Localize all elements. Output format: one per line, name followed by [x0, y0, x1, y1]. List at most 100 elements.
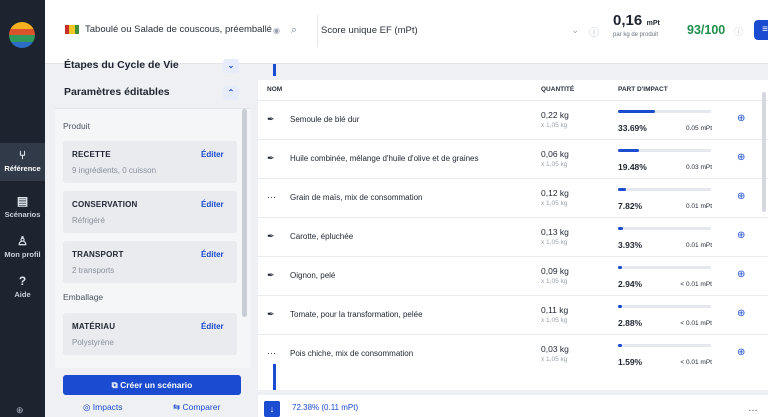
sidebar-item-help[interactable]: ? Aide	[0, 274, 45, 299]
zoom-icon[interactable]: ⊕	[737, 191, 745, 202]
table-row[interactable]: ✒ Carotte, épluchée 0,13 kg x 1,05 kg 3.93% 0…	[258, 217, 768, 256]
parameters-panel: Étapes du Cycle de Vie ⌄ Paramètres édit…	[55, 50, 250, 417]
chevron-up-icon[interactable]: ⌃	[223, 86, 239, 100]
product-name: Taboulé ou Salade de couscous, préemball…	[85, 24, 272, 35]
status-dot-icon: ◉	[273, 26, 280, 35]
score-select[interactable]: Score unique EF (mPt) ⌄ ⓘ	[317, 15, 609, 47]
ingredient-quantity-sub: x 1,05 kg	[541, 161, 568, 168]
section-packaging: Emballage	[63, 292, 104, 302]
edit-recipe-button[interactable]: Éditer	[201, 150, 224, 159]
impact-mpt: 0.03 mPt	[685, 164, 712, 171]
lifecycle-steps-title[interactable]: Étapes du Cycle de Vie	[64, 59, 179, 71]
editable-params-title[interactable]: Paramètres éditables	[64, 86, 170, 98]
ingredient-name: Pois chiche, mix de consommation	[290, 349, 414, 358]
metric-value: 0,16	[613, 12, 643, 29]
ingredient-name: Huile combinée, mélange d'huile d'olive …	[290, 154, 479, 163]
section-product: Produit	[63, 121, 90, 131]
impact-mpt: < 0.01 mPt	[680, 320, 712, 327]
impact-bar	[618, 110, 711, 113]
zoom-icon[interactable]: ⊕	[737, 113, 745, 124]
card-conservation[interactable]: CONSERVATION Réfrigéré Éditer	[63, 191, 237, 233]
compare-button[interactable]: ⇆ Comparer	[173, 402, 220, 413]
user-icon: ♙	[17, 234, 28, 248]
sidebar-item-reference[interactable]: ⑂ Référence	[0, 143, 45, 181]
impact-percent: 19.48%	[618, 162, 647, 172]
leaf-icon: ✒	[267, 231, 275, 241]
score-select-value: Score unique EF (mPt)	[321, 25, 418, 36]
impact-bar-fill	[618, 188, 627, 191]
ingredients-table: NOM QUANTITÉ PART D'IMPACT ✒ Semoule de b…	[258, 80, 768, 390]
edit-conservation-button[interactable]: Éditer	[201, 200, 224, 209]
impact-percent: 3.93%	[618, 240, 643, 250]
ingredient-quantity: 0,13 kg	[541, 227, 569, 237]
ingredient-quantity: 0,03 kg	[541, 344, 569, 354]
edit-material-button[interactable]: Éditer	[201, 322, 224, 331]
summary-text: 72.38% (0.11 mPt)	[292, 403, 359, 412]
impact-mpt: < 0.01 mPt	[680, 281, 712, 288]
impact-mpt: 0.01 mPt	[685, 242, 712, 249]
table-row[interactable]: ✒ Huile combinée, mélange d'huile d'olive…	[258, 139, 768, 178]
zoom-icon[interactable]: ⊕	[737, 308, 745, 319]
list-view-button[interactable]: ≡	[754, 20, 768, 40]
impact-mpt: 0.05 mPt	[685, 125, 712, 132]
panel-scrollbar[interactable]	[242, 109, 247, 317]
app-logo[interactable]	[9, 22, 35, 48]
impact-percent: 2.88%	[618, 318, 643, 328]
table-row[interactable]: ··· Pois chiche, mix de consommation 0,03 …	[258, 334, 768, 373]
product-selector[interactable]: Taboulé ou Salade de couscous, préemball…	[65, 24, 272, 35]
ingredient-quantity-sub: x 1,05 kg	[541, 317, 568, 324]
more-icon: ···	[267, 192, 276, 202]
list-icon: ≡	[762, 24, 768, 35]
chevron-down-icon[interactable]: ⌄	[223, 59, 239, 73]
header-quantity[interactable]: QUANTITÉ	[541, 86, 574, 93]
sidebar-item-profile[interactable]: ♙ Mon profil	[0, 234, 45, 259]
ingredient-quantity: 0,06 kg	[541, 149, 569, 159]
metric-unit: mPt	[646, 20, 660, 27]
impact-percent: 33.69%	[618, 123, 647, 133]
edit-transport-button[interactable]: Éditer	[201, 250, 224, 259]
zoom-icon[interactable]: ⊕	[737, 269, 745, 280]
ingredient-name: Oignon, pelé	[290, 271, 336, 280]
create-scenario-button[interactable]: ⧉ Créer un scénario	[63, 375, 241, 395]
ingredient-quantity-sub: x 1,05 kg	[541, 239, 568, 246]
table-row[interactable]: ✒ Semoule de blé dur 0,22 kg x 1,05 kg 33.69…	[258, 100, 768, 139]
zoom-icon[interactable]: ⊕	[737, 152, 745, 163]
flow-marker	[273, 64, 276, 76]
impacts-button[interactable]: ◎ Impacts	[83, 402, 123, 413]
zoom-icon[interactable]: ⊕	[737, 230, 745, 241]
impact-mpt: 0.01 mPt	[685, 203, 712, 210]
info-icon[interactable]: ⓘ	[589, 24, 599, 39]
card-transport[interactable]: TRANSPORT 2 transports Éditer	[63, 241, 237, 283]
table-row[interactable]: ··· Grain de maïs, mix de consommation 0,1…	[258, 178, 768, 217]
impact-percent: 2.94%	[618, 279, 643, 289]
table-row[interactable]: ✒ Oignon, pelé 0,09 kg x 1,05 kg 2.94% < 0.01…	[258, 256, 768, 295]
ingredient-quantity-sub: x 1,05 kg	[541, 278, 568, 285]
card-material[interactable]: MATÉRIAU Polystyrène Éditer	[63, 313, 237, 355]
more-icon: ···	[267, 348, 276, 358]
params-scroll-area: Produit RECETTE 9 ingrédients, 0 cuisson…	[55, 108, 250, 368]
impact-bar-fill	[618, 344, 622, 347]
zoom-icon[interactable]: ⊕	[737, 347, 745, 358]
sidebar-item-scenarios[interactable]: ▤ Scénarios	[0, 194, 45, 219]
target-icon: ◎	[83, 402, 93, 412]
chevron-down-icon: ⌄	[571, 25, 579, 35]
app-sidebar: ⑂ Référence ▤ Scénarios ♙ Mon profil ? A…	[0, 0, 45, 417]
table-scrollbar[interactable]	[762, 92, 766, 212]
grade-info-icon[interactable]: ⓘ	[734, 25, 743, 38]
header-name[interactable]: NOM	[267, 86, 282, 93]
table-row[interactable]: ✒ Tomate, pour la transformation, pelée 0,…	[258, 295, 768, 334]
arrow-down-icon[interactable]: ↓	[264, 401, 280, 417]
more-icon[interactable]: …	[748, 403, 758, 414]
leaf-icon: ✒	[267, 309, 275, 319]
leaf-icon: ✒	[267, 114, 275, 124]
impact-percent: 7.82%	[618, 201, 643, 211]
impact-bar	[618, 266, 711, 269]
globe-icon[interactable]: ⊕	[16, 405, 24, 416]
metric-subtitle: par kg de produit	[613, 32, 659, 38]
header-impact[interactable]: PART D'IMPACT	[618, 86, 668, 93]
ingredient-name: Semoule de blé dur	[290, 115, 360, 124]
copy-icon: ⧉	[111, 380, 121, 390]
impact-bar	[618, 227, 711, 230]
card-recipe[interactable]: RECETTE 9 ingrédients, 0 cuisson Éditer	[63, 141, 237, 183]
search-icon[interactable]: ⌕	[291, 24, 297, 37]
